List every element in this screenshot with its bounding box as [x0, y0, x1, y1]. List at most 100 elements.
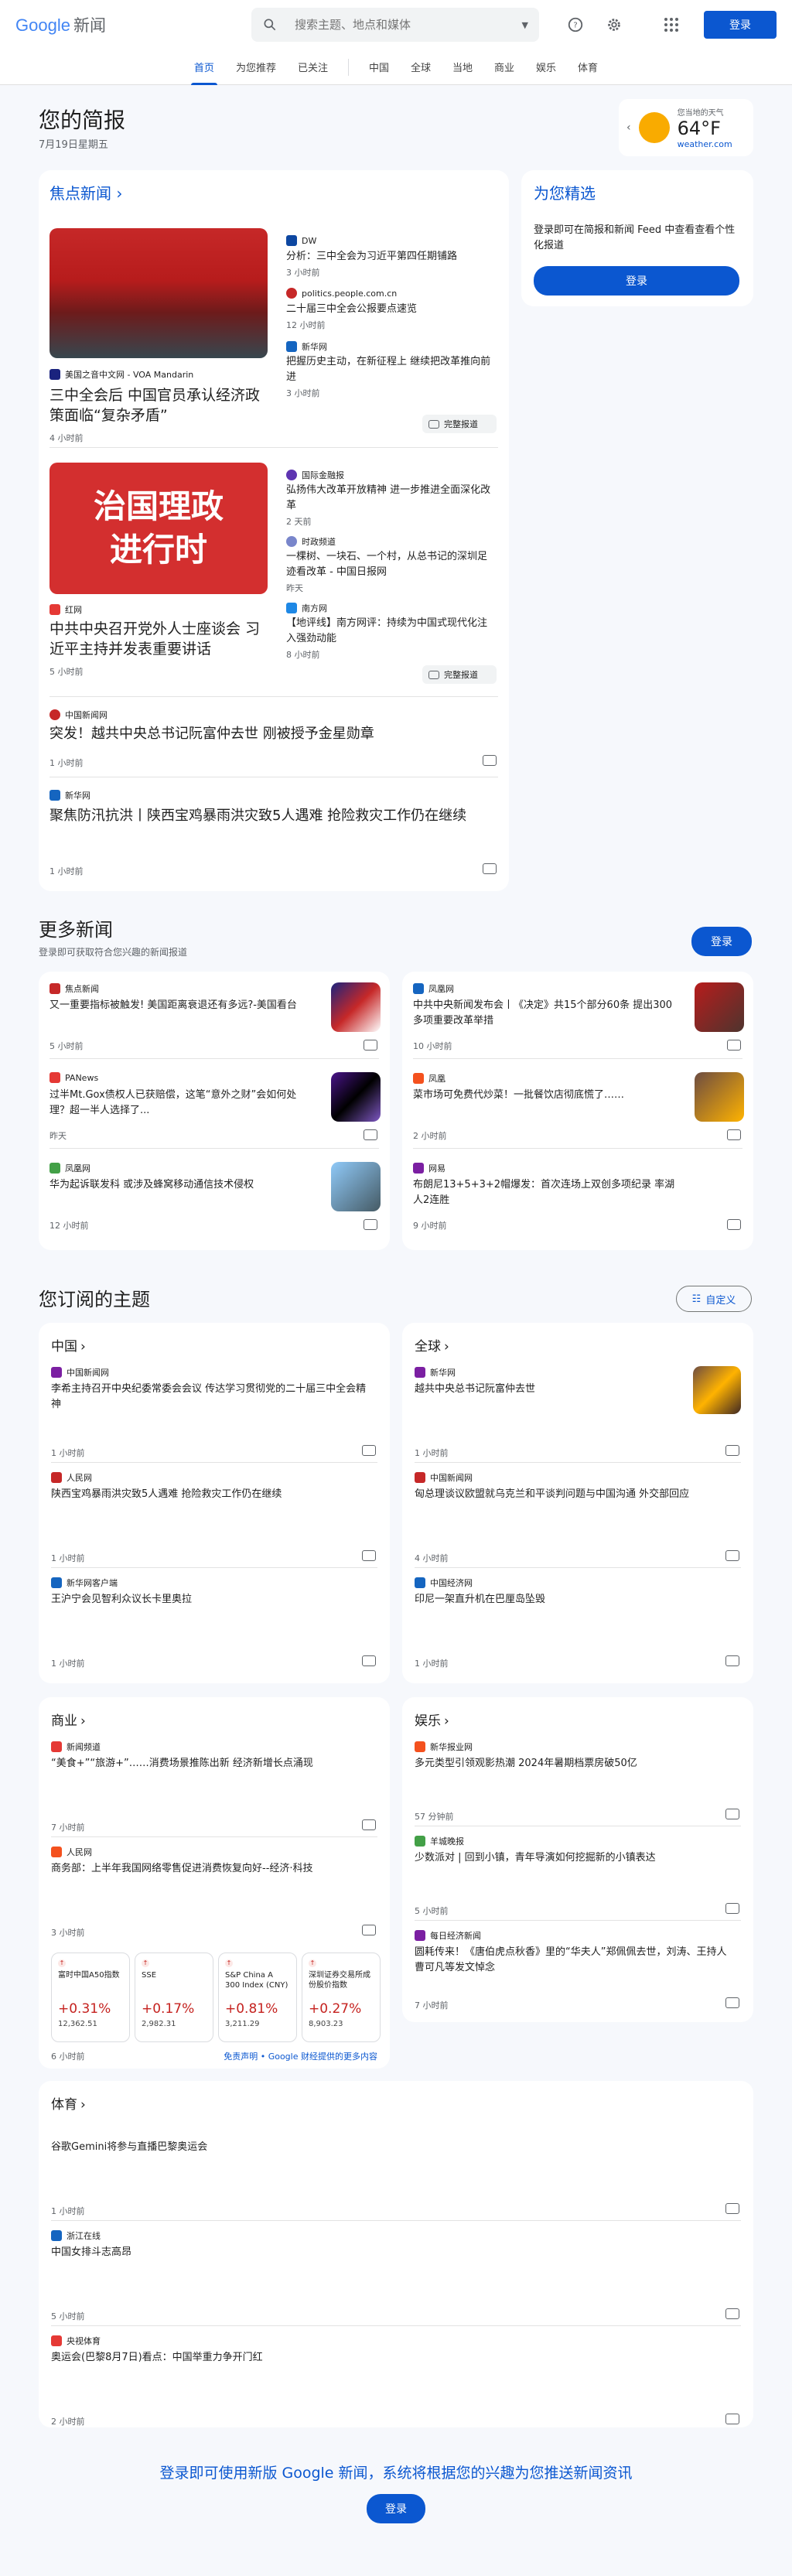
- topic-item-headline[interactable]: 少数派对 | 回到小镇，青年导演如何挖掘新的小镇表达: [415, 1850, 735, 1866]
- topic-title-business[interactable]: 商业 ›: [51, 1710, 86, 1729]
- full-coverage-icon[interactable]: [727, 1219, 741, 1230]
- more-item-headline[interactable]: 又一重要指标被触发! 美国距离衰退还有多远?-美国看台: [50, 998, 312, 1013]
- full-coverage-icon[interactable]: [364, 1129, 377, 1140]
- weather-source[interactable]: weather.com: [678, 139, 732, 149]
- full-coverage-button-1[interactable]: 完整报道: [422, 415, 497, 433]
- stock-card[interactable]: ↑ S&P China A 300 Index (CNY) +0.81% 3,211.…: [218, 1952, 297, 2042]
- settings-gear-icon[interactable]: [599, 9, 630, 40]
- picks-signin-button[interactable]: 登录: [534, 266, 739, 296]
- full-coverage-icon[interactable]: [725, 2414, 739, 2424]
- topic-item-headline[interactable]: 陕西宝鸡暴雨洪灾致5人遇难 抢险救灾工作仍在继续: [51, 1487, 371, 1502]
- stock-card[interactable]: ↑ 深圳证券交易所成份股价指数 +0.27% 8,903.23: [302, 1952, 381, 2042]
- full-coverage-icon[interactable]: [362, 1445, 376, 1456]
- tab-business[interactable]: 商业: [483, 50, 525, 85]
- search-box[interactable]: ▼: [251, 8, 539, 42]
- full-coverage-icon[interactable]: [362, 1819, 376, 1830]
- full-coverage-icon[interactable]: [727, 1040, 741, 1051]
- more-item-headline[interactable]: 华为起诉联发科 或涉及蜂窝移动通信技术侵权: [50, 1177, 312, 1193]
- full-coverage-icon[interactable]: [725, 2203, 739, 2214]
- more-item-thumbnail[interactable]: [331, 982, 381, 1032]
- rel3-headline[interactable]: 把握历史主动，在新征程上 继续把改革推向前进: [286, 354, 497, 385]
- chevron-left-icon[interactable]: ‹: [626, 121, 631, 134]
- more-item-headline[interactable]: 菜市场可免费代炒菜！一批餐饮店彻底慌了……: [413, 1088, 676, 1103]
- search-dropdown-icon[interactable]: ▼: [522, 20, 528, 30]
- help-icon[interactable]: ?: [560, 9, 591, 40]
- topic-title-ent[interactable]: 娱乐 ›: [415, 1710, 449, 1729]
- rel5-headline[interactable]: 一棵树、一块石、一个村，从总书记的深圳足迹看改革 - 中国日报网: [286, 549, 497, 580]
- tab-home[interactable]: 首页: [183, 50, 225, 85]
- stocks-disclaimer[interactable]: 免责声明 • Google 财经提供的更多内容: [224, 2050, 377, 2062]
- story2-headline[interactable]: 中共中央召开党外人士座谈会 习近平主持并发表重要讲话: [50, 619, 266, 659]
- topic-item-headline[interactable]: 多元类型引领观影热潮 2024年暑期档票房破50亿: [415, 1756, 735, 1771]
- rel2-headline[interactable]: 二十届三中全会公报要点速览: [286, 302, 497, 317]
- full-coverage-button-2[interactable]: 完整报道: [422, 665, 497, 684]
- search-icon[interactable]: [262, 17, 278, 32]
- apps-grid-icon[interactable]: [656, 9, 687, 40]
- topic-item-headline[interactable]: 匈总理谈议欧盟就乌克兰和平谈判问题与中国沟通 外交部回应: [415, 1487, 735, 1502]
- full-coverage-icon[interactable]: [727, 1129, 741, 1140]
- search-input[interactable]: [295, 18, 522, 32]
- full-coverage-icon[interactable]: [362, 1925, 376, 1935]
- tab-entertainment[interactable]: 娱乐: [525, 50, 567, 85]
- top-stories-title[interactable]: 焦点新闻 ›: [50, 181, 122, 203]
- weather-widget[interactable]: ‹ 您当地的天气 64°F weather.com: [619, 99, 753, 156]
- full-coverage-icon[interactable]: [725, 1655, 739, 1666]
- story-image-governance[interactable]: 治国理政 进行时: [50, 463, 268, 594]
- full-coverage-icon[interactable]: [362, 1550, 376, 1561]
- more-news-signin-button[interactable]: 登录: [691, 927, 752, 956]
- topic-item-headline[interactable]: 印尼一架直升机在巴厘岛坠毁: [415, 1592, 735, 1607]
- stock-card[interactable]: ↑ 富时中国A50指数 +0.31% 12,362.51: [51, 1952, 130, 2042]
- full-coverage-icon[interactable]: [725, 1903, 739, 1914]
- google-news-logo[interactable]: Google 新闻: [15, 13, 106, 36]
- topic-thumbnail[interactable]: [693, 1366, 741, 1414]
- story-image-plenum[interactable]: [50, 228, 268, 358]
- rel1-headline[interactable]: 分析：三中全会为习近平第四任期铺路: [286, 249, 497, 265]
- more-item-headline[interactable]: 过半Mt.Gox债权人已获赔偿，这笔“意外之财”会如何处理？超一半人选择了...: [50, 1088, 312, 1119]
- topic-item-source: 新闻频道: [51, 1741, 101, 1753]
- topic-item-headline[interactable]: “美食+”“旅游+”……消费场景推陈出新 经济新增长点涌现: [51, 1756, 371, 1771]
- full-coverage-icon[interactable]: [362, 1655, 376, 1666]
- more-item-thumbnail[interactable]: [695, 982, 744, 1032]
- rel6-headline[interactable]: 【地评线】南方网评：持续为中国式现代化注入强劲动能: [286, 616, 497, 647]
- tab-china[interactable]: 中国: [358, 50, 400, 85]
- footer-signin-button[interactable]: 登录: [367, 2494, 425, 2523]
- more-item-thumbnail[interactable]: [331, 1072, 381, 1122]
- tab-local[interactable]: 当地: [442, 50, 483, 85]
- topic-item-headline[interactable]: 越共中央总书记阮富仲去世: [415, 1382, 673, 1397]
- signin-button[interactable]: 登录: [704, 11, 777, 39]
- tab-sports[interactable]: 体育: [567, 50, 609, 85]
- topic-title-sports[interactable]: 体育 ›: [51, 2093, 86, 2113]
- rel4-headline[interactable]: 弘扬伟大改革开放精神 进一步推进全面深化改革: [286, 483, 497, 514]
- tab-following[interactable]: 已关注: [287, 50, 339, 85]
- full-coverage-icon[interactable]: [725, 1997, 739, 2008]
- full-coverage-icon[interactable]: [483, 863, 497, 874]
- customize-button[interactable]: ☷ 自定义: [676, 1286, 752, 1312]
- more-item-headline[interactable]: 中共中央新闻发布会丨《决定》共15个部分60条 提出300多项重要改革举措: [413, 998, 676, 1029]
- story1-headline[interactable]: 三中全会后 中国官员承认经济政策面临“复杂矛盾”: [50, 385, 266, 425]
- tab-world[interactable]: 全球: [400, 50, 442, 85]
- full-coverage-icon[interactable]: [725, 1809, 739, 1819]
- full-coverage-icon[interactable]: [364, 1040, 377, 1051]
- topic-item-headline[interactable]: 商务部：上半年我国网络零售促进消费恢复向好--经济·科技: [51, 1861, 371, 1877]
- full-coverage-icon[interactable]: [725, 1445, 739, 1456]
- more-item-thumbnail[interactable]: [695, 1072, 744, 1122]
- topic-title-china[interactable]: 中国 ›: [51, 1335, 86, 1355]
- topic-item-headline[interactable]: 谷歌Gemini将参与直播巴黎奥运会: [51, 2140, 735, 2155]
- more-item-headline[interactable]: 布朗尼13+5+3+2帽爆发：首次连场上双创多项纪录 率湖人2连胜: [413, 1177, 676, 1208]
- full-coverage-icon[interactable]: [483, 755, 497, 766]
- topic-item-headline[interactable]: 圆耗传来！《唐伯虎点秋香》里的“华夫人”郑佩佩去世，刘涛、王持人曹可凡等发文悼念: [415, 1945, 735, 1976]
- stock-card[interactable]: ↑ SSE +0.17% 2,982.31: [135, 1952, 213, 2042]
- topic-item-headline[interactable]: 王沪宁会见智利众议长卡里奥拉: [51, 1592, 371, 1607]
- topic-title-world[interactable]: 全球 ›: [415, 1335, 449, 1355]
- more-news-card-left: 焦点新闻 又一重要指标被触发! 美国距离衰退还有多远?-美国看台 5 小时前 PANe…: [39, 972, 390, 1250]
- topic-item-headline[interactable]: 奥运会(巴黎8月7日)看点：中国举重力争开门红: [51, 2350, 735, 2366]
- more-item-thumbnail[interactable]: [331, 1162, 381, 1211]
- full-coverage-icon[interactable]: [725, 1550, 739, 1561]
- full-coverage-icon[interactable]: [725, 2308, 739, 2319]
- story3-headline[interactable]: 突发！越共中央总书记阮富仲去世 刚被授予金星勋章: [50, 724, 498, 744]
- full-coverage-icon[interactable]: [364, 1219, 377, 1230]
- tab-for-you[interactable]: 为您推荐: [225, 50, 287, 85]
- story4-headline[interactable]: 聚焦防汛抗洪丨陕西宝鸡暴雨洪灾致5人遇难 抢险救灾工作仍在继续: [50, 806, 498, 826]
- topic-item-headline[interactable]: 李希主持召开中央纪委常委会会议 传达学习贯彻党的二十届三中全会精神: [51, 1382, 371, 1413]
- topic-item-headline[interactable]: 中国女排斗志高昂: [51, 2245, 735, 2260]
